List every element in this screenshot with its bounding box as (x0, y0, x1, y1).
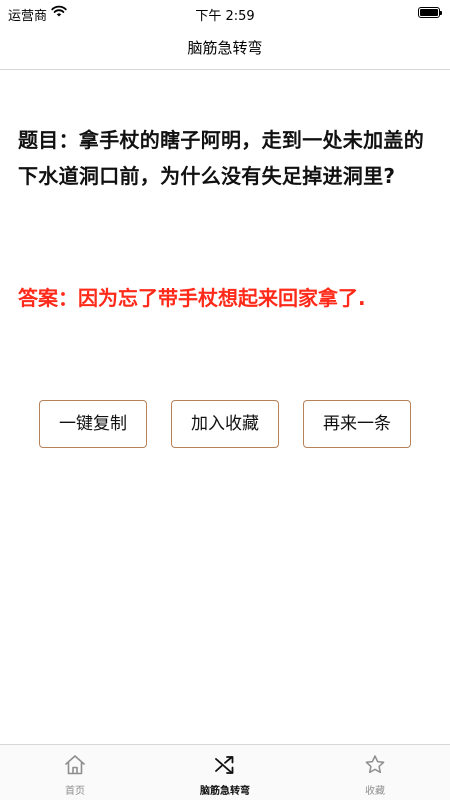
star-icon (365, 755, 385, 774)
tab-favorites-label: 收藏 (365, 786, 385, 797)
add-favorite-button[interactable]: 加入收藏 (171, 400, 279, 448)
riddle-answer: 答案：因为忘了带手杖想起来回家拿了. (18, 286, 366, 310)
status-bar: 运营商 下午 2:59 (0, 0, 450, 26)
action-buttons: 一键复制 加入收藏 再来一条 (0, 400, 450, 448)
tab-riddles-label: 脑筋急转弯 (200, 786, 250, 797)
home-icon (65, 755, 85, 775)
app-screen: 运营商 下午 2:59 脑筋急转弯 题目：拿手杖的瞎子阿明，走到一处未加盖的下水… (0, 0, 450, 800)
shuffle-icon (215, 756, 234, 774)
status-time: 下午 2:59 (195, 9, 255, 24)
tab-favorites[interactable]: 收藏 (300, 745, 450, 800)
battery-icon (418, 7, 442, 18)
copy-button[interactable]: 一键复制 (39, 400, 147, 448)
battery-level (420, 9, 438, 16)
tab-home-label: 首页 (65, 786, 85, 797)
page-title: 脑筋急转弯 (187, 39, 263, 57)
next-riddle-button[interactable]: 再来一条 (303, 400, 411, 448)
tab-home[interactable]: 首页 (0, 745, 150, 800)
riddle-question: 题目：拿手杖的瞎子阿明，走到一处未加盖的下水道洞口前，为什么没有失足掉进洞里? (18, 128, 424, 188)
navigation-bar: 脑筋急转弯 (0, 26, 450, 70)
tab-bar: 首页 脑筋急转弯 收藏 (0, 744, 450, 800)
tab-riddles[interactable]: 脑筋急转弯 (150, 745, 300, 800)
